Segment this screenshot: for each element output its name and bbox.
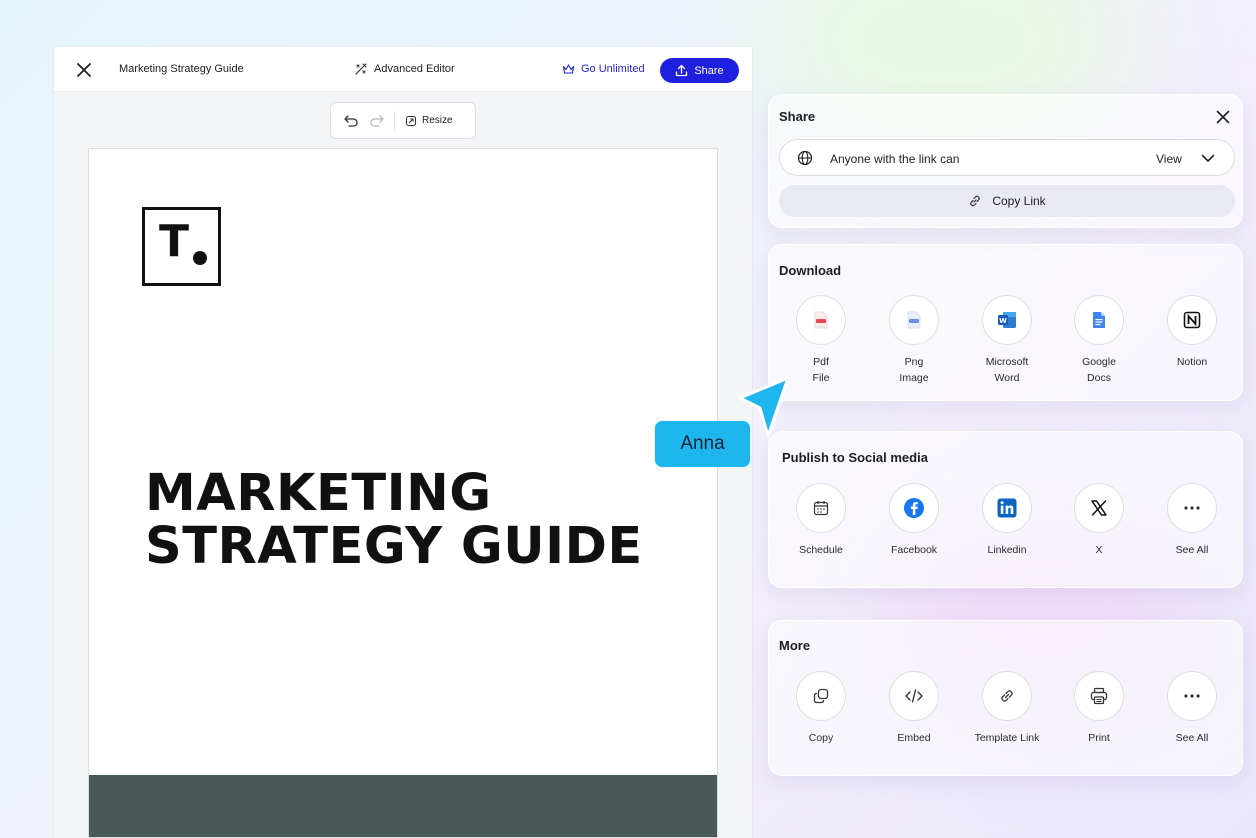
close-editor-button[interactable] xyxy=(74,60,94,80)
upload-icon xyxy=(676,64,688,77)
collaborator-name-tag: Anna xyxy=(655,421,750,467)
undo-button[interactable] xyxy=(342,112,360,130)
calendar-icon xyxy=(796,483,846,533)
toolbar-divider xyxy=(394,110,395,131)
social-option-label: X xyxy=(1095,544,1103,556)
close-share-panel-button[interactable] xyxy=(1214,108,1232,126)
share-panel-title: Share xyxy=(779,109,816,124)
x-icon xyxy=(1074,483,1124,533)
facebook-option[interactable]: Facebook xyxy=(874,483,954,558)
download-word-option[interactable]: W Microsoft Word xyxy=(967,295,1047,386)
advanced-editor-label: Advanced Editor xyxy=(374,63,455,75)
download-panel-title: Download xyxy=(779,263,842,278)
x-option[interactable]: X xyxy=(1059,483,1139,558)
pdf-file-icon xyxy=(796,295,846,345)
more-option-label: Template Link xyxy=(974,732,1040,744)
document-title: Marketing Strategy Guide xyxy=(119,63,244,75)
more-panel-title: More xyxy=(779,638,811,653)
png-image-icon xyxy=(889,295,939,345)
download-option-label: Google Docs xyxy=(1082,356,1116,384)
logo-dot xyxy=(193,251,207,265)
download-option-label: Notion xyxy=(1176,356,1208,368)
resize-icon xyxy=(405,115,417,126)
printer-icon xyxy=(1074,671,1124,721)
social-publish-panel: Publish to Social media Schedule Faceboo… xyxy=(768,431,1243,588)
more-option-label: Print xyxy=(1088,732,1110,744)
headline-line-2: STRATEGY GUIDE xyxy=(145,517,643,576)
headline-line-1: MARKETING xyxy=(145,464,492,523)
logo-letter: T xyxy=(159,216,190,267)
see-all-social-option[interactable]: See All xyxy=(1152,483,1232,558)
crown-icon xyxy=(562,64,575,74)
facebook-icon xyxy=(889,483,939,533)
more-icon xyxy=(1167,483,1217,533)
code-icon xyxy=(889,671,939,721)
close-icon xyxy=(77,63,91,77)
globe-icon xyxy=(797,150,813,166)
social-panel-title: Publish to Social media xyxy=(782,450,928,465)
download-google-docs-option[interactable]: Google Docs xyxy=(1059,295,1139,386)
notion-icon xyxy=(1167,295,1217,345)
editor-window: Marketing Strategy Guide Advanced Editor… xyxy=(54,47,752,838)
collaborator-name: Anna xyxy=(680,433,725,454)
template-link-option[interactable]: Template Link xyxy=(967,671,1047,746)
download-panel: Download Pdf File Png Image W Microsoft … xyxy=(768,244,1243,401)
print-option[interactable]: Print xyxy=(1059,671,1139,746)
see-all-more-option[interactable]: See All xyxy=(1152,671,1232,746)
copy-icon xyxy=(796,671,846,721)
google-docs-icon xyxy=(1074,295,1124,345)
undo-icon xyxy=(344,114,358,127)
download-option-label: Png Image xyxy=(899,356,929,384)
permission-text: Anyone with the link can xyxy=(830,152,960,166)
share-button[interactable]: Share xyxy=(660,58,739,83)
more-icon xyxy=(1167,671,1217,721)
svg-text:W: W xyxy=(999,317,1007,325)
download-option-label: Microsoft Word xyxy=(985,356,1029,384)
redo-icon xyxy=(370,114,384,127)
word-icon: W xyxy=(982,295,1032,345)
page-footer-band xyxy=(89,775,717,837)
copy-link-button[interactable]: Copy Link xyxy=(779,185,1235,217)
social-option-label: Linkedin xyxy=(987,544,1027,556)
more-option-label: Embed xyxy=(897,732,931,744)
download-png-option[interactable]: Png Image xyxy=(874,295,954,386)
go-unlimited-label: Go Unlimited xyxy=(581,63,645,75)
share-button-label: Share xyxy=(694,64,724,77)
editor-toolbar: Resize xyxy=(330,102,476,139)
close-icon xyxy=(1216,110,1230,124)
resize-button[interactable]: Resize xyxy=(405,115,453,127)
resize-label: Resize xyxy=(422,115,453,126)
chevron-down-icon xyxy=(1201,154,1215,162)
brand-logo: T xyxy=(142,207,221,286)
linkedin-option[interactable]: Linkedin xyxy=(967,483,1047,558)
more-option-label: See All xyxy=(1175,732,1209,744)
more-option-label: Copy xyxy=(808,732,834,744)
embed-option[interactable]: Embed xyxy=(874,671,954,746)
social-option-label: See All xyxy=(1175,544,1209,556)
share-panel: Share Anyone with the link can View Copy… xyxy=(768,94,1243,228)
download-option-label: Pdf File xyxy=(812,356,830,384)
document-headline: MARKETING STRATEGY GUIDE xyxy=(145,467,705,573)
social-option-label: Facebook xyxy=(890,544,938,556)
link-icon xyxy=(982,671,1032,721)
download-pdf-option[interactable]: Pdf File xyxy=(781,295,861,386)
copy-link-label: Copy Link xyxy=(992,194,1046,208)
advanced-editor-button[interactable]: Advanced Editor xyxy=(354,62,455,76)
download-notion-option[interactable]: Notion xyxy=(1152,295,1232,370)
link-permission-dropdown[interactable]: Anyone with the link can View xyxy=(779,139,1235,176)
permission-value: View xyxy=(1156,152,1182,166)
schedule-post-option[interactable]: Schedule xyxy=(781,483,861,558)
magic-wand-icon xyxy=(355,63,367,75)
editor-topbar: Marketing Strategy Guide Advanced Editor… xyxy=(54,47,752,92)
linkedin-icon xyxy=(982,483,1032,533)
social-option-label: Schedule xyxy=(799,544,843,556)
copy-option[interactable]: Copy xyxy=(781,671,861,746)
go-unlimited-button[interactable]: Go Unlimited xyxy=(562,63,645,75)
link-icon xyxy=(970,195,981,207)
more-options-panel: More Copy Embed Template Link Print See … xyxy=(768,620,1243,776)
redo-button[interactable] xyxy=(368,112,386,130)
document-page[interactable]: T MARKETING STRATEGY GUIDE xyxy=(88,148,718,838)
